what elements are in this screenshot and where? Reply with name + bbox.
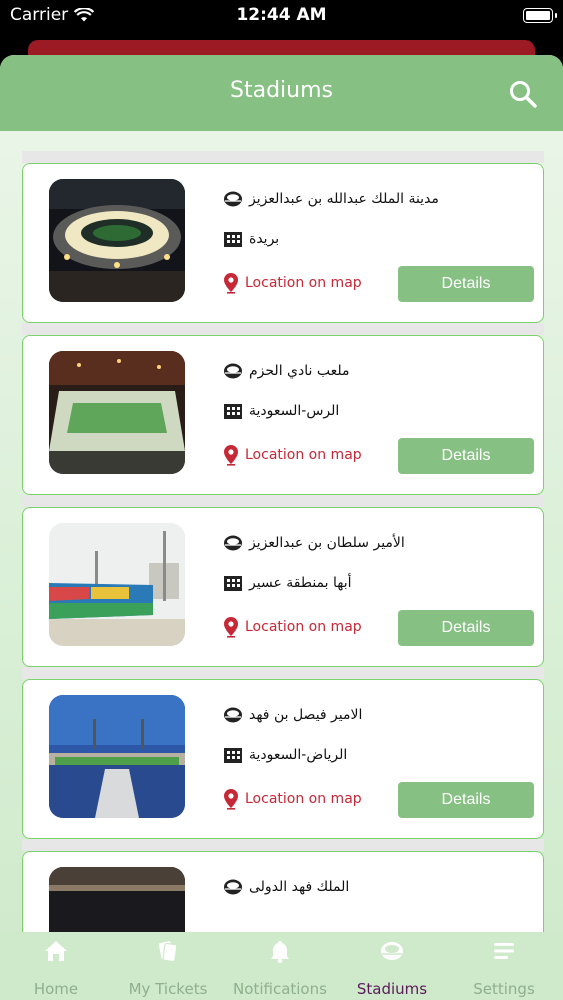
stadium-card[interactable]: الأمير سلطان بن عبدالعزيز أبها بمنطقة عس… xyxy=(22,507,544,667)
building-icon xyxy=(224,404,242,419)
tab-label: Notifications xyxy=(233,980,327,998)
divider xyxy=(22,151,544,163)
stadium-city: الرس-السعودية xyxy=(249,403,340,419)
stadium-city: أبها بمنطقة عسير xyxy=(249,575,352,591)
bell-icon xyxy=(271,941,289,964)
building-icon xyxy=(224,748,242,763)
tab-settings[interactable]: Settings xyxy=(448,932,560,1000)
stadium-city: بريدة xyxy=(249,231,280,247)
divider xyxy=(22,495,544,507)
stadium-name: الأمير سلطان بن عبدالعزيز xyxy=(249,535,405,551)
stadium-icon xyxy=(224,535,242,551)
stadium-name-row: الملك فهد الدولى xyxy=(223,878,349,896)
location-link[interactable]: Location on map xyxy=(223,616,362,638)
location-link[interactable]: Location on map xyxy=(223,272,362,294)
stadium-card[interactable]: الامير فيصل بن فهد الرياض-السعودية Locat… xyxy=(22,679,544,839)
menu-icon xyxy=(494,943,514,959)
location-label: Location on map xyxy=(245,447,362,463)
stadium-icon xyxy=(224,879,242,895)
tab-home[interactable]: Home xyxy=(0,932,112,1000)
clock: 12:44 AM xyxy=(236,5,327,25)
stadium-photo xyxy=(49,523,185,646)
stadium-photo xyxy=(49,695,185,818)
stadium-icon xyxy=(224,363,242,379)
map-pin-icon xyxy=(224,445,238,466)
stadium-card[interactable]: ملعب نادي الحزم الرس-السعودية Location o… xyxy=(22,335,544,495)
stadium-card[interactable]: مدينة الملك عبدالله بن عبدالعزيز بريدة L… xyxy=(22,163,544,323)
stadium-name-row: الأمير سلطان بن عبدالعزيز xyxy=(223,534,405,552)
stadium-photo xyxy=(49,351,185,474)
details-button[interactable]: Details xyxy=(398,610,534,646)
location-label: Location on map xyxy=(245,791,362,807)
divider xyxy=(22,839,544,851)
stadium-city-row: الرس-السعودية xyxy=(223,402,339,420)
stadium-icon xyxy=(224,707,242,723)
stadiums-sheet: Stadiums مدينة الملك عبدالله بن عبدالعزي… xyxy=(0,55,563,1000)
tab-notifications[interactable]: Notifications xyxy=(224,932,336,1000)
tab-label: Settings xyxy=(473,980,535,998)
stadium-name: الامير فيصل بن فهد xyxy=(249,707,363,723)
location-link[interactable]: Location on map xyxy=(223,444,362,466)
location-link[interactable]: Location on map xyxy=(223,788,362,810)
details-button[interactable]: Details xyxy=(398,438,534,474)
stadium-name: الملك فهد الدولى xyxy=(249,879,350,895)
location-label: Location on map xyxy=(245,275,362,291)
map-pin-icon xyxy=(224,789,238,810)
tab-label: Home xyxy=(33,980,79,998)
divider xyxy=(22,667,544,679)
location-label: Location on map xyxy=(245,619,362,635)
stadium-city-row: بريدة xyxy=(223,230,279,248)
stadium-list[interactable]: مدينة الملك عبدالله بن عبدالعزيز بريدة L… xyxy=(22,151,544,1000)
building-icon xyxy=(224,232,242,247)
map-pin-icon xyxy=(224,617,238,638)
home-icon xyxy=(45,941,67,961)
stadium-city: الرياض-السعودية xyxy=(249,747,348,763)
stadium-name: ملعب نادي الحزم xyxy=(249,363,350,379)
stadium-name-row: ملعب نادي الحزم xyxy=(223,362,349,380)
building-icon xyxy=(224,576,242,591)
page-title: Stadiums xyxy=(230,78,333,103)
tab-bar: Home My Tickets Notifications Stadiums S… xyxy=(0,932,563,1000)
stadium-name: مدينة الملك عبدالله بن عبدالعزيز xyxy=(249,191,439,207)
stadium-name-row: الامير فيصل بن فهد xyxy=(223,706,362,724)
tab-label: My Tickets xyxy=(128,980,208,998)
tab-label: Stadiums xyxy=(356,980,428,998)
search-icon[interactable] xyxy=(507,78,539,110)
stadium-icon xyxy=(224,191,242,207)
stadium-photo xyxy=(49,179,185,302)
stadium-name-row: مدينة الملك عبدالله بن عبدالعزيز xyxy=(223,190,439,208)
tab-stadiums[interactable]: Stadiums xyxy=(336,932,448,1000)
tab-my-tickets[interactable]: My Tickets xyxy=(112,932,224,1000)
divider xyxy=(22,323,544,335)
details-button[interactable]: Details xyxy=(398,782,534,818)
details-button[interactable]: Details xyxy=(398,266,534,302)
header-bar: Stadiums xyxy=(0,55,563,131)
stadium-icon xyxy=(381,942,403,960)
tickets-icon xyxy=(158,941,178,963)
stadium-city-row: الرياض-السعودية xyxy=(223,746,347,764)
stadium-city-row: أبها بمنطقة عسير xyxy=(223,574,351,592)
battery-icon xyxy=(523,8,557,23)
map-pin-icon xyxy=(224,273,238,294)
status-bar: Carrier 12:44 AM xyxy=(0,0,563,34)
